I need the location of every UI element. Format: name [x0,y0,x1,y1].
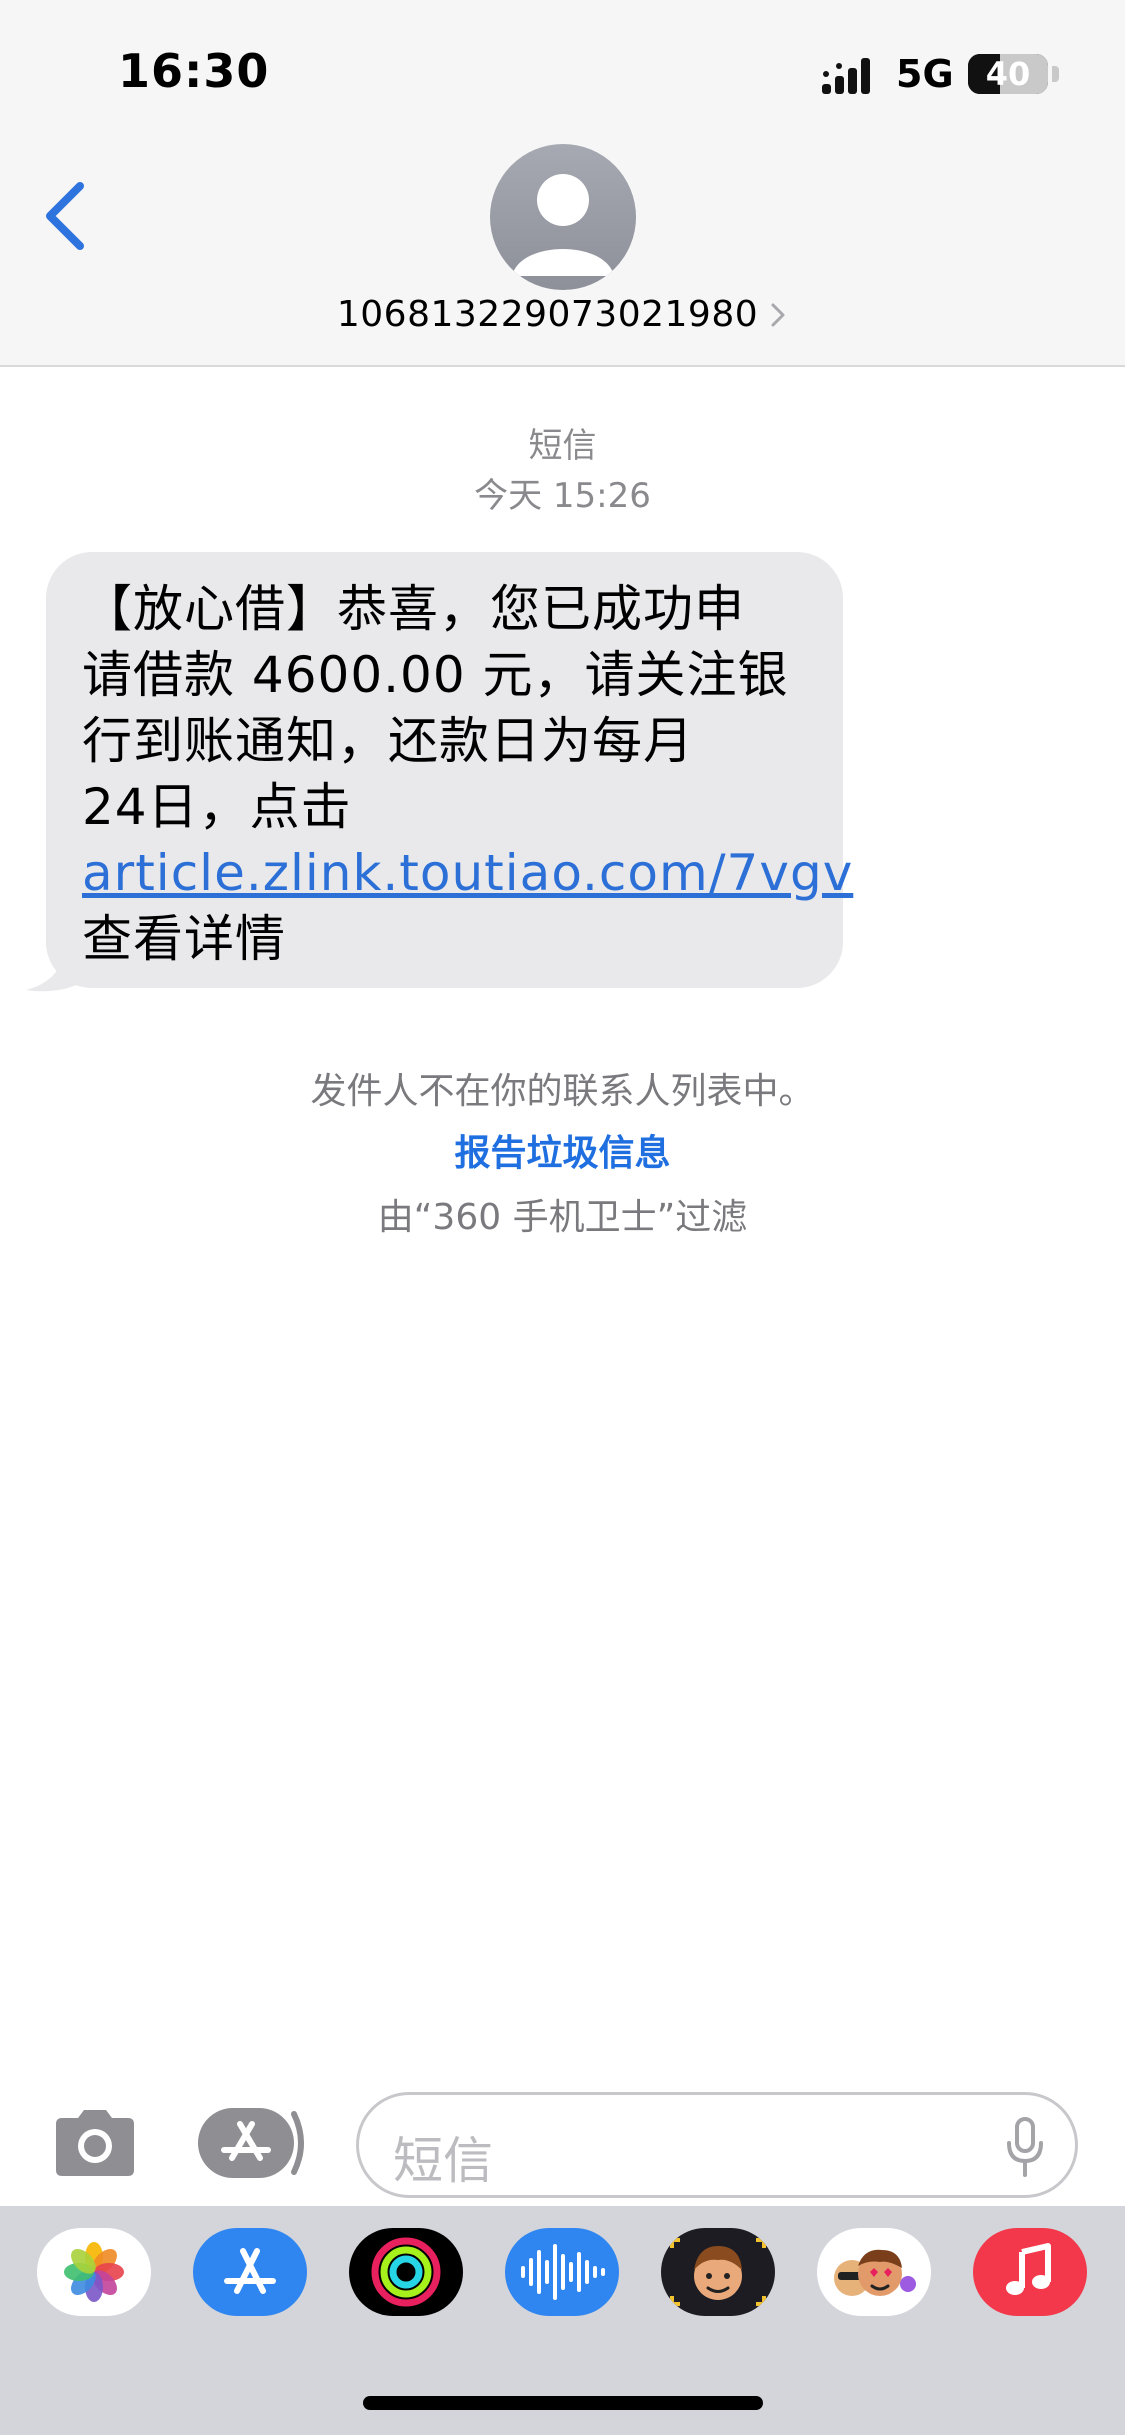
input-placeholder: 短信 [393,2132,493,2190]
battery-icon: 40 [968,54,1048,94]
service-label: 短信 [528,426,597,466]
memoji-icon[interactable] [661,2228,775,2316]
network-type: 5G [896,52,954,96]
memoji-stickers [834,2249,916,2296]
music-icon[interactable] [973,2228,1087,2316]
message-timestamp: 今天 15:26 [474,476,651,516]
message-link[interactable]: article.zlink.toutiao.com/7vgv [82,840,852,906]
contact-number: 106813229073021980 [336,294,759,335]
signal-bars-icon [822,58,870,94]
app-store-icon[interactable] [193,2228,307,2316]
conversation-header: 16:30 5G 40 106813229073021980 [0,0,1125,367]
microphone-icon[interactable] [1005,2117,1045,2179]
memoji-stickers-icon[interactable] [817,2228,931,2316]
memoji-face [670,2238,766,2306]
battery-nub [1052,66,1059,82]
report-junk-link[interactable]: 报告垃圾信息 [0,1124,1125,1176]
person-avatar-icon[interactable] [490,144,636,290]
waveform [521,2244,605,2300]
person-silhouette [512,174,614,276]
audio-message-icon[interactable] [505,2228,619,2316]
filter-notice: 由“360 手机卫士”过滤 [377,1197,748,1238]
photos-icon[interactable] [37,2228,151,2316]
message-text: 【放心借】恭喜，您已成功申 请借款 4600.00 元，请关注银 行到账通知，还… [82,576,852,972]
contact-details-button[interactable]: 106813229073021980 [0,294,1125,335]
status-time: 16:30 [118,44,270,98]
music-note [1006,2243,1051,2295]
activity-rings [371,2237,441,2307]
message-line: 查看详情 [82,910,286,968]
battery-level: 40 [985,55,1031,93]
chevron-left-icon[interactable] [40,178,94,254]
app-store-glyph [224,2248,276,2294]
activity-rings-icon[interactable] [349,2228,463,2316]
message-input[interactable]: 短信 [356,2092,1078,2198]
incoming-message-bubble[interactable]: 【放心借】恭喜，您已成功申 请借款 4600.00 元，请关注银 行到账通知，还… [46,552,852,988]
photos-petals [64,2242,124,2302]
chevron-right-icon [771,303,785,326]
message-line: 行到账通知，还款日为每月 [82,712,694,770]
not-in-contacts-notice: 发件人不在你的联系人列表中。 [310,1071,815,1112]
home-indicator[interactable] [363,2396,763,2410]
message-line: 【放心借】恭喜，您已成功申 [82,580,745,638]
message-line: 请借款 4600.00 元，请关注银 [82,646,789,704]
app-store-icon[interactable] [198,2106,310,2180]
camera-icon[interactable] [50,2108,140,2178]
message-line: 24日，点击 [82,778,352,836]
